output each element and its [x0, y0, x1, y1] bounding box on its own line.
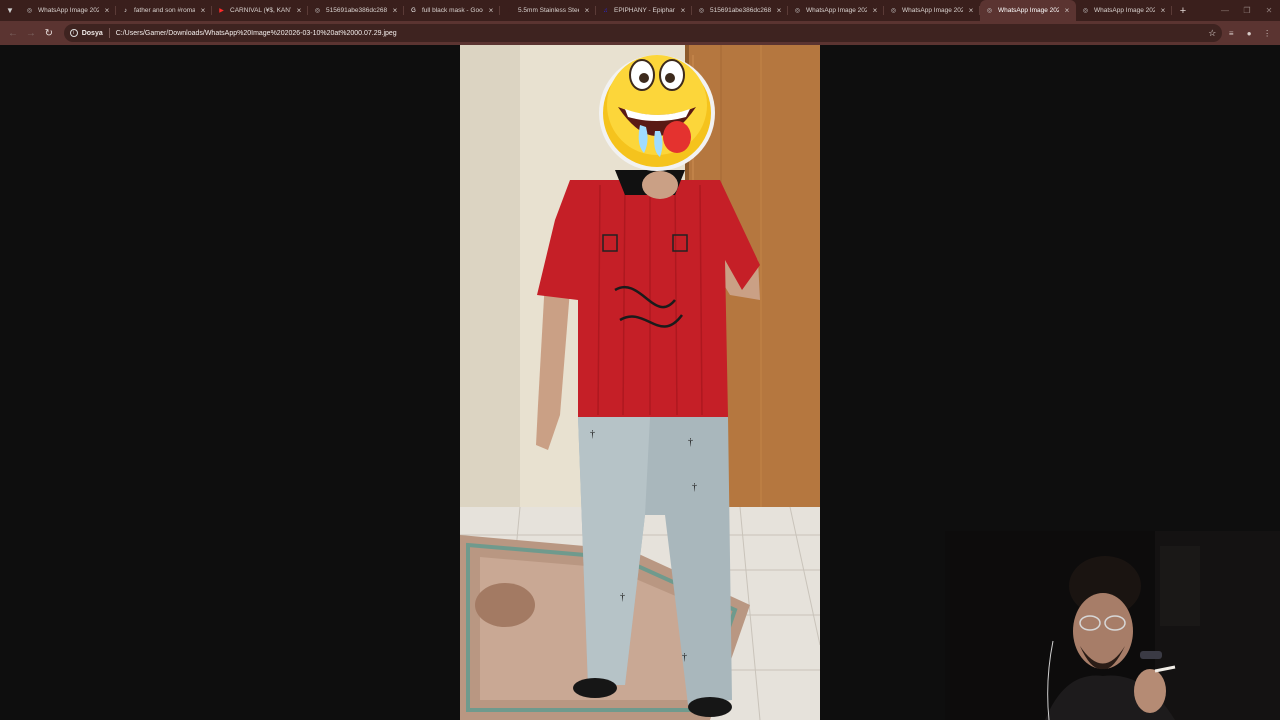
tab[interactable]: ♪ father and son #roma × [116, 0, 212, 21]
tab[interactable]: Gfull black mask - Goog × [404, 0, 500, 21]
tab-close-icon[interactable]: × [1063, 6, 1071, 15]
image-viewer: † † † † † [0, 45, 1280, 720]
close-window-icon[interactable]: ✕ [1258, 0, 1280, 21]
info-icon[interactable]: i [69, 29, 78, 37]
address-bar[interactable]: i Dosya C:/Users/Gamer/Downloads/WhatsAp… [63, 24, 1223, 42]
music-icon: ♫ [603, 7, 608, 14]
tab-close-icon[interactable]: × [103, 6, 111, 15]
tiktok-icon: ♪ [124, 7, 127, 14]
tab-title: WhatsApp Image 202 [38, 7, 99, 14]
chip-divider [108, 28, 110, 38]
tab-close-icon[interactable]: × [295, 6, 303, 15]
tab-close-icon[interactable]: × [583, 6, 591, 15]
displayed-photo[interactable]: † † † † † [460, 45, 820, 720]
tab[interactable]: ◎ WhatsApp Image 202 × [788, 0, 884, 21]
reload-icon: ↻ [44, 27, 53, 39]
globe-icon: ◎ [1082, 7, 1089, 14]
webcam-feed [945, 531, 1280, 720]
svg-text:†: † [688, 437, 693, 448]
tab-title: 515691abe386dc2689 [710, 7, 771, 14]
tab-close-icon[interactable]: × [487, 6, 495, 15]
tab-title: CARNIVAL (¥$, KANYI [230, 7, 291, 14]
svg-text:†: † [620, 592, 625, 603]
arrow-right-icon: → [25, 27, 36, 39]
reload-button[interactable]: ↻ [40, 24, 58, 42]
tab-search-button[interactable]: ▼ [0, 0, 20, 21]
minimize-icon[interactable]: — [1214, 0, 1236, 21]
outfit-photo: † † † † † [460, 45, 820, 720]
menu-kebab-icon[interactable]: ⋮ [1258, 29, 1276, 38]
globe-icon: ◎ [794, 7, 801, 14]
back-button[interactable]: ← [4, 24, 22, 42]
tab-title: full black mask - Goog [422, 7, 483, 14]
media-control-icon[interactable]: ≡ [1222, 29, 1240, 38]
url-text[interactable]: C:/Users/Gamer/Downloads/WhatsApp%20Imag… [116, 30, 397, 37]
forward-button[interactable]: → [22, 24, 40, 42]
svg-text:†: † [692, 482, 697, 493]
profile-icon[interactable]: ● [1240, 29, 1258, 38]
tab-title: father and son #roma [134, 7, 195, 14]
emoji-face-icon [599, 55, 715, 171]
tab[interactable]: ■ 5.5mm Stainless Steel × [500, 0, 596, 21]
tab-title: 515691abe386dc2689 [326, 7, 387, 14]
tab-title: WhatsApp Image 202 [806, 7, 867, 14]
tab-close-icon[interactable]: × [199, 6, 207, 15]
tab[interactable]: ◎ WhatsApp Image 202 × [1076, 0, 1172, 21]
tab[interactable]: ▶ CARNIVAL (¥$, KANYI × [212, 0, 308, 21]
arrow-left-icon: ← [7, 27, 18, 39]
tab-close-icon[interactable]: × [1159, 6, 1167, 15]
tab-strip: ▼ ◎ WhatsApp Image 202 × ♪ father and son #r… [0, 0, 1280, 21]
tab-close-icon[interactable]: × [391, 6, 399, 15]
chevron-down-icon: ▼ [6, 6, 14, 15]
google-icon: G [411, 7, 416, 14]
restore-icon[interactable]: ❐ [1236, 0, 1258, 21]
tab-title: EPIPHANY - Epiphany [614, 7, 675, 14]
tab-title: WhatsApp Image 202 [998, 7, 1059, 14]
tab-title: WhatsApp Image 202 [902, 7, 963, 14]
tab-active[interactable]: ◎ WhatsApp Image 202 × [980, 0, 1076, 21]
tab[interactable]: ♫ EPIPHANY - Epiphany × [596, 0, 692, 21]
bookmark-star-icon[interactable]: ☆ [1208, 28, 1216, 39]
shop-icon: ■ [507, 7, 512, 14]
new-tab-button[interactable]: + [1174, 5, 1192, 17]
tab-title: 5.5mm Stainless Steel [518, 7, 579, 14]
tab[interactable]: ◎ 515691abe386dc2689 × [308, 0, 404, 21]
site-chip[interactable]: Dosya [82, 30, 103, 37]
tab-title: WhatsApp Image 202 [1094, 7, 1155, 14]
globe-icon: ◎ [26, 7, 33, 14]
globe-icon: ◎ [314, 7, 321, 14]
webcam-overlay [945, 531, 1280, 720]
tab-close-icon[interactable]: × [775, 6, 783, 15]
tab-list: ◎ WhatsApp Image 202 × ♪ father and son #rom… [20, 0, 1172, 21]
tab-close-icon[interactable]: × [967, 6, 975, 15]
globe-icon: ◎ [986, 7, 993, 14]
tab[interactable]: ◎ WhatsApp Image 202 × [884, 0, 980, 21]
svg-text:†: † [590, 429, 595, 440]
tab[interactable]: ◎ 515691abe386dc2689 × [692, 0, 788, 21]
globe-icon: ◎ [890, 7, 897, 14]
tab[interactable]: ◎ WhatsApp Image 202 × [20, 0, 116, 21]
tab-close-icon[interactable]: × [871, 6, 879, 15]
toolbar: ← → ↻ i Dosya C:/Users/Gamer/Downloads/W… [0, 21, 1280, 45]
svg-text:†: † [682, 652, 687, 663]
youtube-icon: ▶ [219, 7, 224, 14]
tab-close-icon[interactable]: × [679, 6, 687, 15]
globe-icon: ◎ [698, 7, 705, 14]
window-controls: — ❐ ✕ [1214, 0, 1280, 21]
